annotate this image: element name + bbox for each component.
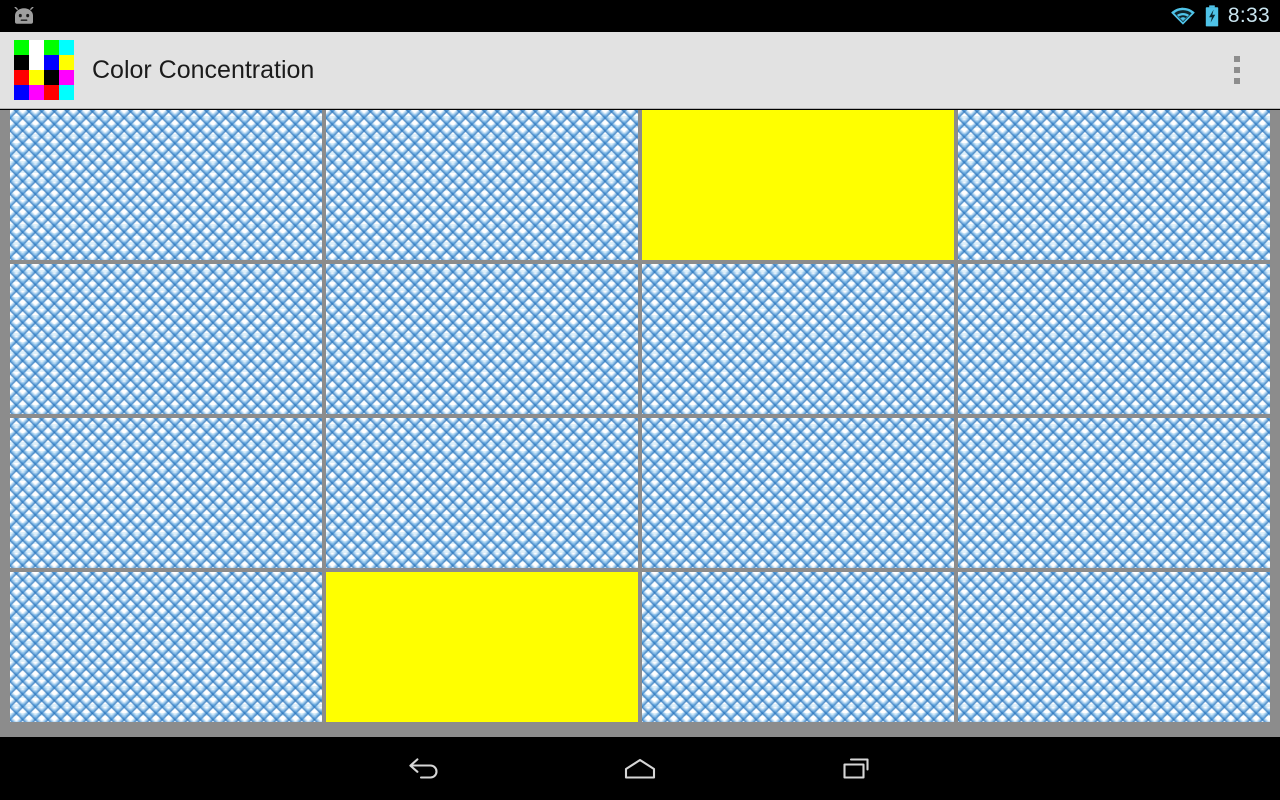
nav-recents-button[interactable] [797, 737, 917, 800]
status-bar-left [12, 7, 36, 25]
board-tile-r3-c1[interactable] [326, 572, 638, 722]
board-tile-r0-c2[interactable] [642, 110, 954, 260]
board-tile-r2-c3[interactable] [958, 418, 1270, 568]
overflow-dot-2 [1234, 67, 1240, 73]
status-bar-clock: 8:33 [1227, 4, 1270, 27]
board-tile-r0-c3[interactable] [958, 110, 1270, 260]
battery-charging-icon [1205, 5, 1219, 27]
board-tile-r0-c1[interactable] [326, 110, 638, 260]
status-bar: 8:33 [0, 0, 1280, 32]
app-icon-cell-8 [14, 70, 29, 85]
device-screen: 8:33 Color Concentration [0, 0, 1280, 800]
board-tile-r3-c3[interactable] [958, 572, 1270, 722]
board-tile-r1-c2[interactable] [642, 264, 954, 414]
board-tile-r0-c0[interactable] [10, 110, 322, 260]
app-icon-cell-11 [59, 70, 74, 85]
board-tile-r1-c1[interactable] [326, 264, 638, 414]
app-icon-cell-12 [14, 85, 29, 100]
home-icon [624, 758, 656, 779]
board-tile-r3-c2[interactable] [642, 572, 954, 722]
app-icon-cell-5 [29, 55, 44, 70]
color-concentration-icon [14, 40, 74, 100]
board-tile-r1-c0[interactable] [10, 264, 322, 414]
board-tile-r2-c1[interactable] [326, 418, 638, 568]
game-board [10, 110, 1270, 722]
android-head-icon [12, 7, 36, 25]
recent-apps-icon [843, 757, 869, 779]
app-icon-cell-6 [44, 55, 59, 70]
app-icon-cell-7 [59, 55, 74, 70]
navigation-bar [0, 737, 1280, 800]
action-bar: Color Concentration [0, 32, 1280, 109]
page-title: Color Concentration [92, 55, 315, 84]
app-icon-cell-2 [44, 40, 59, 55]
wifi-icon [1170, 6, 1196, 26]
nav-home-button[interactable] [580, 737, 700, 800]
app-icon-cell-14 [44, 85, 59, 100]
game-board-container [0, 110, 1280, 737]
app-icon-cell-0 [14, 40, 29, 55]
status-bar-right: 8:33 [1170, 5, 1270, 27]
board-tile-r3-c0[interactable] [10, 572, 322, 722]
app-icon-cell-4 [14, 55, 29, 70]
app-icon-cell-13 [29, 85, 44, 100]
overflow-dot-1 [1234, 56, 1240, 62]
board-tile-r2-c0[interactable] [10, 418, 322, 568]
back-arrow-icon [409, 757, 438, 779]
overflow-menu-button[interactable] [1220, 44, 1254, 96]
nav-back-button[interactable] [364, 737, 484, 800]
app-icon-cell-3 [59, 40, 74, 55]
app-icon-cell-10 [44, 70, 59, 85]
board-tile-r2-c2[interactable] [642, 418, 954, 568]
app-icon-cell-15 [59, 85, 74, 100]
app-icon-cell-1 [29, 40, 44, 55]
board-tile-r1-c3[interactable] [958, 264, 1270, 414]
app-icon-cell-9 [29, 70, 44, 85]
overflow-dot-3 [1234, 78, 1240, 84]
